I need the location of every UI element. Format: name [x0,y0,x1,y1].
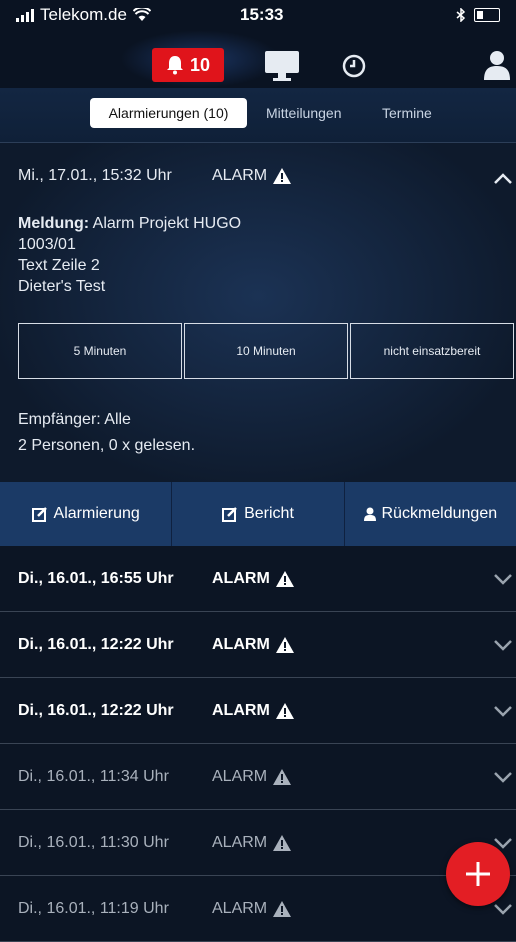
list-item-type-label: ALARM [212,834,268,851]
status-right [456,8,500,22]
warning-icon [275,703,294,719]
expanded-alarm-card: Mi., 17.01., 15:32 Uhr ALARM Meldung: Al… [0,142,516,483]
tab-mitteilungen[interactable]: Mitteilungen [266,98,342,128]
clock-icon[interactable] [342,54,366,78]
list-item-type: ALARM [212,570,294,588]
list-item-date: Di., 16.01., 11:34 Uhr [18,768,169,785]
response-5-minutes-button[interactable]: 5 Minuten [18,323,182,379]
bell-icon [166,56,183,75]
message-line-3: Dieter's Test [18,278,106,295]
battery-icon [474,8,500,22]
alarm-type-label: ALARM [212,167,268,184]
bericht-label: Bericht [244,505,294,522]
response-10-minutes-button[interactable]: 10 Minuten [184,323,348,379]
list-item-type: ALARM [212,636,294,654]
user-icon[interactable] [484,50,510,80]
message-text: Alarm Projekt HUGO [92,215,242,232]
alarm-list-item[interactable]: Di., 16.01., 12:22 Uhr ALARM [0,678,516,744]
alarm-type: ALARM [212,167,292,185]
chevron-down-icon[interactable] [494,904,512,915]
status-time: 15:33 [240,5,284,24]
wifi-icon [132,8,151,21]
alarmierung-button[interactable]: Alarmierung [0,482,173,546]
chevron-up-icon[interactable] [494,173,512,184]
recipients-info: Empfänger: Alle 2 Personen, 0 x gelesen. [18,407,195,459]
alarmierung-label: Alarmierung [53,505,140,522]
alarm-nav-button[interactable]: 10 [152,48,224,82]
edit-icon [222,507,237,522]
alarm-date: Mi., 17.01., 15:32 Uhr [18,167,172,184]
top-nav: 10 [0,30,516,88]
alarm-list-item[interactable]: Di., 16.01., 11:19 Uhr ALARM [0,876,516,942]
chevron-down-icon[interactable] [494,640,512,651]
chevron-down-icon[interactable] [494,706,512,717]
tab-alarmierungen[interactable]: Alarmierungen (10) [90,98,247,128]
list-item-type-label: ALARM [212,570,270,587]
plus-icon [466,862,490,886]
list-item-date: Di., 16.01., 11:30 Uhr [18,834,169,851]
list-item-date: Di., 16.01., 12:22 Uhr [18,636,174,653]
list-item-date: Di., 16.01., 16:55 Uhr [18,570,174,587]
chevron-down-icon[interactable] [494,574,512,585]
rueckmeldungen-label: Rückmeldungen [381,505,498,522]
bericht-button[interactable]: Bericht [172,482,345,546]
warning-icon [275,571,294,587]
list-item-type: ALARM [212,900,292,918]
message-label: Meldung: [18,215,90,232]
alarm-list-item[interactable]: Di., 16.01., 12:22 Uhr ALARM [0,612,516,678]
alarm-list-item[interactable]: Di., 16.01., 11:30 Uhr ALARM [0,810,516,876]
alarm-list-item[interactable]: Di., 16.01., 16:55 Uhr ALARM [0,546,516,612]
list-item-date: Di., 16.01., 11:19 Uhr [18,900,169,917]
warning-icon [273,769,292,785]
list-item-type: ALARM [212,702,294,720]
list-item-type-label: ALARM [212,702,270,719]
chevron-down-icon[interactable] [494,772,512,783]
action-bar: Alarmierung Bericht Rückmeldungen [0,482,516,546]
message-line-1: 1003/01 [18,236,76,253]
response-not-ready-button[interactable]: nicht einsatzbereit [350,323,514,379]
add-button[interactable] [446,842,510,906]
list-item-type: ALARM [212,768,292,786]
rueckmeldungen-button[interactable]: Rückmeldungen [345,482,516,546]
list-item-type-label: ALARM [212,900,268,917]
list-item-type-label: ALARM [212,636,270,653]
tab-bar: Alarmierungen (10) Mitteilungen Termine [0,88,516,142]
warning-icon [273,835,292,851]
message-line-2: Text Zeile 2 [18,257,100,274]
signal-icon [16,8,34,22]
list-item-date: Di., 16.01., 12:22 Uhr [18,702,174,719]
list-item-type: ALARM [212,834,292,852]
recipients-label: Empfänger: Alle [18,411,131,428]
read-status: 2 Personen, 0 x gelesen. [18,437,196,454]
tab-termine[interactable]: Termine [382,98,432,128]
list-item-type-label: ALARM [212,768,268,785]
alarm-list-item[interactable]: Di., 16.01., 11:34 Uhr ALARM [0,744,516,810]
carrier-label: Telekom.de [40,5,127,24]
status-bar: Telekom.de 15:33 [0,0,516,30]
person-icon [363,507,376,521]
status-left: Telekom.de [16,5,151,25]
bluetooth-icon [456,8,466,22]
alarm-message: Meldung: Alarm Projekt HUGO 1003/01 Text… [18,213,241,297]
message-line: Meldung: Alarm Projekt HUGO [18,213,241,234]
edit-icon [31,507,47,522]
monitor-icon[interactable] [264,50,300,82]
response-options: 5 Minuten 10 Minuten nicht einsatzbereit [18,323,516,379]
warning-icon [275,637,294,653]
warning-icon [273,168,292,184]
alarm-count: 10 [189,54,211,75]
